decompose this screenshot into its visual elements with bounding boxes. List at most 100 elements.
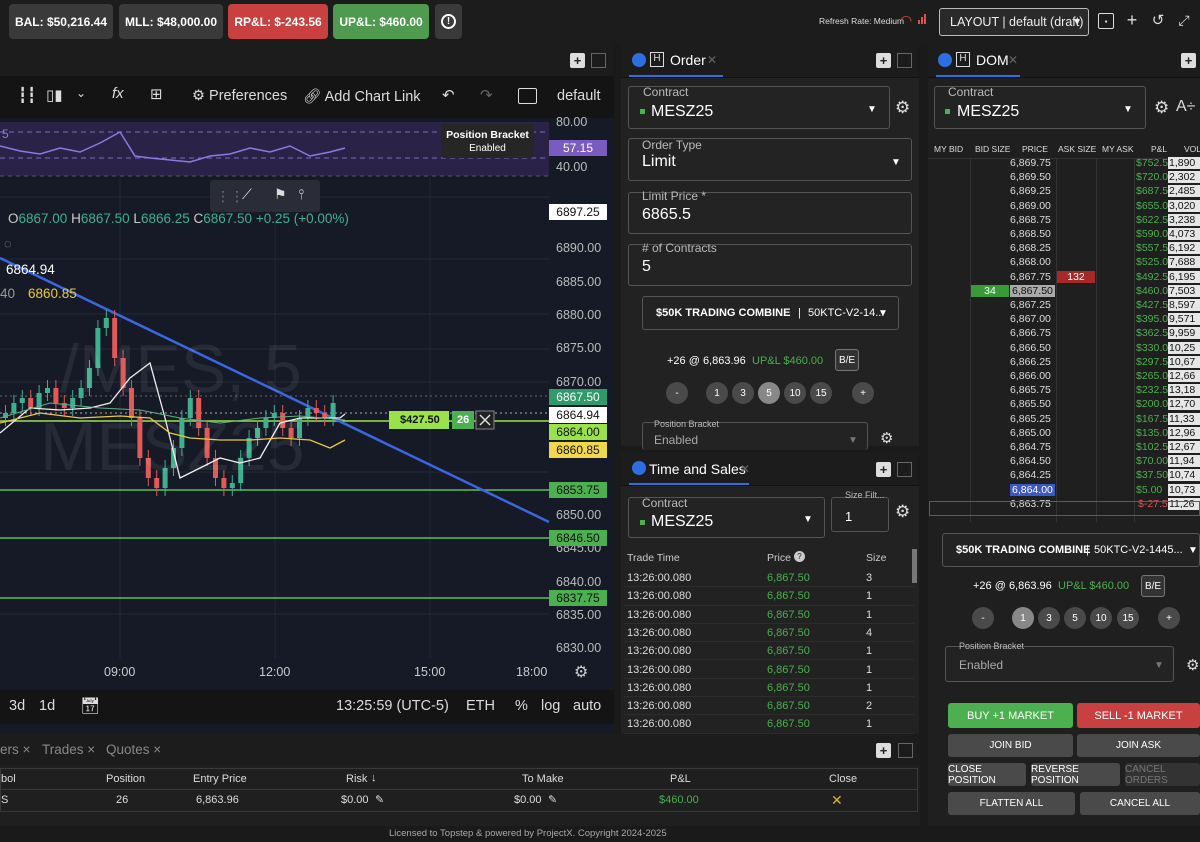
- add-panel-icon[interactable]: +: [876, 743, 891, 758]
- dom-position-bracket-select[interactable]: Position Bracket Enabled ▼: [945, 641, 1174, 682]
- qty-button[interactable]: 1: [1012, 607, 1034, 629]
- limit-price-input[interactable]: Limit Price * 6865.5: [628, 189, 912, 234]
- dom-bid-size[interactable]: 34: [971, 284, 1009, 297]
- dom-row[interactable]: 6,868.00 $525.00 7,688: [928, 256, 1200, 269]
- dom-row[interactable]: 6,864.75 $102.50 12,67: [928, 441, 1200, 454]
- dom-price[interactable]: 6,866.00: [1010, 370, 1051, 382]
- add-panel-icon[interactable]: +: [876, 462, 891, 477]
- dom-price[interactable]: 6,869.00: [1010, 200, 1051, 212]
- dom-price[interactable]: 6,866.75: [1010, 327, 1051, 339]
- layout-grid-icon[interactable]: ⊞: [150, 85, 163, 103]
- dom-price[interactable]: 6,864.00: [1010, 483, 1055, 496]
- range-1d-button[interactable]: 1d: [39, 698, 55, 714]
- save-icon[interactable]: ▪: [1098, 13, 1114, 29]
- dom-price[interactable]: 6,867.25: [1010, 299, 1051, 311]
- dom-row[interactable]: 6,864.25 $37.50 10,74: [928, 469, 1200, 482]
- dom-price[interactable]: 6,864.50: [1010, 455, 1051, 467]
- dom-price[interactable]: 6,869.25: [1010, 185, 1051, 197]
- maximize-icon[interactable]: [897, 462, 912, 477]
- order-contract-select[interactable]: Contract MESZ25 ▼: [628, 85, 890, 129]
- chevron-down-icon[interactable]: ⌄: [76, 86, 86, 100]
- dom-account-select[interactable]: $50K TRADING COMBINE | 50KTC-V2-1445... …: [942, 533, 1200, 567]
- log-toggle[interactable]: log: [541, 698, 560, 714]
- dom-price[interactable]: 6,868.25: [1010, 242, 1051, 254]
- dom-title[interactable]: DOM: [976, 52, 1009, 68]
- tas-settings-icon[interactable]: ⚙: [895, 502, 910, 522]
- dom-price[interactable]: 6,867.50: [1010, 284, 1055, 297]
- dom-row[interactable]: 6,869.25 $687.50 2,485: [928, 185, 1200, 198]
- sell-market-button[interactable]: SELL -1 MARKET: [1077, 703, 1200, 728]
- dom-row[interactable]: 6,869.75 $752.50 1,890: [928, 157, 1200, 170]
- tas-contract-select[interactable]: Contract MESZ25 ▼: [628, 496, 825, 538]
- add-panel-icon[interactable]: +: [876, 53, 891, 68]
- add-icon[interactable]: +: [1124, 10, 1140, 30]
- dom-price[interactable]: 6,868.50: [1010, 228, 1051, 240]
- dom-price[interactable]: 6,865.25: [1010, 413, 1051, 425]
- dom-price[interactable]: 6,865.00: [1010, 427, 1051, 439]
- preferences-button[interactable]: ⚙ Preferences: [192, 88, 287, 104]
- settings-icon[interactable]: ⚙: [574, 662, 588, 682]
- candlestick-icon[interactable]: ▯▮: [46, 86, 63, 104]
- dom-row[interactable]: 6,866.25 $297.50 10,67: [928, 355, 1200, 369]
- qty-button[interactable]: 10: [1090, 607, 1112, 629]
- dom-price[interactable]: 6,869.50: [1010, 171, 1051, 183]
- add-chart-link-button[interactable]: 🔗︎ Add Chart Link: [303, 88, 421, 105]
- layout-select[interactable]: LAYOUT | default (draft) ▼: [939, 8, 1089, 36]
- sort-down-icon[interactable]: ↓: [371, 772, 377, 784]
- dom-bracket-settings-icon[interactable]: ⚙: [1186, 656, 1199, 674]
- undo-icon[interactable]: ↺: [1150, 10, 1166, 30]
- dom-price[interactable]: 6,869.75: [1010, 157, 1051, 169]
- flag-tool-icon[interactable]: ⚑: [274, 186, 287, 203]
- contract-settings-icon[interactable]: ⚙: [895, 98, 910, 118]
- undo-icon[interactable]: ↶: [442, 86, 455, 104]
- qty-button[interactable]: 15: [1117, 607, 1139, 629]
- cancel-orders-button[interactable]: CANCEL ORDERS: [1125, 763, 1200, 786]
- pin-tool-icon[interactable]: ⫯: [298, 186, 304, 203]
- dom-row[interactable]: 6,867.50 $460.00 7,503 34: [928, 284, 1200, 298]
- dom-breakeven-button[interactable]: B/E: [1141, 575, 1165, 597]
- position-bracket-select[interactable]: Position Bracket Enabled ▼: [642, 419, 868, 450]
- trendline-tool-icon[interactable]: ⟋: [242, 186, 252, 203]
- dom-row[interactable]: 6,866.75 $362.50 9,959: [928, 327, 1200, 340]
- tab-quotes[interactable]: Quotes ×: [106, 742, 161, 757]
- dom-price[interactable]: 6,866.25: [1010, 356, 1051, 368]
- qty-button[interactable]: 10: [784, 382, 806, 404]
- size-filter-input[interactable]: Size Filt... 1: [831, 490, 889, 532]
- breakeven-button[interactable]: B/E: [835, 349, 859, 371]
- template-label[interactable]: default: [557, 88, 601, 104]
- dom-row[interactable]: 6,869.00 $655.00 3,020: [928, 199, 1200, 213]
- dom-price[interactable]: 6,868.75: [1010, 214, 1051, 226]
- qty-increment-button[interactable]: +: [1158, 607, 1180, 629]
- dom-row[interactable]: 6,867.75 $492.50 6,195 132: [928, 270, 1200, 284]
- qty-button[interactable]: 3: [732, 382, 754, 404]
- dom-row[interactable]: 6,868.75 $622.50 3,238: [928, 213, 1200, 227]
- qty-button[interactable]: 3: [1038, 607, 1060, 629]
- reverse-position-button[interactable]: REVERSE POSITION: [1031, 763, 1120, 786]
- dom-row[interactable]: 6,869.50 $720.00 2,302: [928, 171, 1200, 184]
- order-type-select[interactable]: Order Type Limit ▼: [628, 138, 912, 181]
- range-3d-button[interactable]: 3d: [9, 698, 25, 714]
- account-select[interactable]: $50K TRADING COMBINE | 50KTC-V2-14... ▼: [642, 296, 899, 330]
- dom-settings-icon[interactable]: ⚙: [1154, 98, 1169, 118]
- maximize-icon[interactable]: [898, 743, 913, 758]
- close-position-icon[interactable]: ✕: [831, 792, 843, 809]
- dom-row[interactable]: 6,868.50 $590.00 4,073: [928, 228, 1200, 241]
- dom-row[interactable]: 6,866.00 $265.00 12,66: [928, 370, 1200, 383]
- dom-price[interactable]: 6,864.25: [1010, 469, 1051, 481]
- visibility-icon[interactable]: ◌: [4, 236, 12, 251]
- close-position-button[interactable]: CLOSE POSITION: [948, 763, 1026, 786]
- qty-decrement-button[interactable]: -: [666, 382, 688, 404]
- dom-row[interactable]: 6,865.00 $135.00 12,96: [928, 426, 1200, 440]
- qty-increment-button[interactable]: +: [852, 382, 874, 404]
- col-risk[interactable]: Risk: [346, 773, 367, 785]
- redo-icon[interactable]: ↷: [480, 86, 493, 104]
- qty-button[interactable]: 15: [810, 382, 832, 404]
- dom-row[interactable]: 6,867.25 $427.50 8,597: [928, 299, 1200, 312]
- tab-orders[interactable]: ers ×: [0, 742, 30, 757]
- close-tab-icon[interactable]: ✕: [1008, 53, 1018, 67]
- goto-date-icon[interactable]: 📅︎: [80, 696, 100, 716]
- dom-row[interactable]: 6,868.25 $557.50 6,192: [928, 242, 1200, 255]
- order-panel-title[interactable]: Order: [670, 52, 706, 68]
- edit-risk-icon[interactable]: ✎: [375, 793, 384, 806]
- indicator-fx-icon[interactable]: fx: [112, 85, 124, 102]
